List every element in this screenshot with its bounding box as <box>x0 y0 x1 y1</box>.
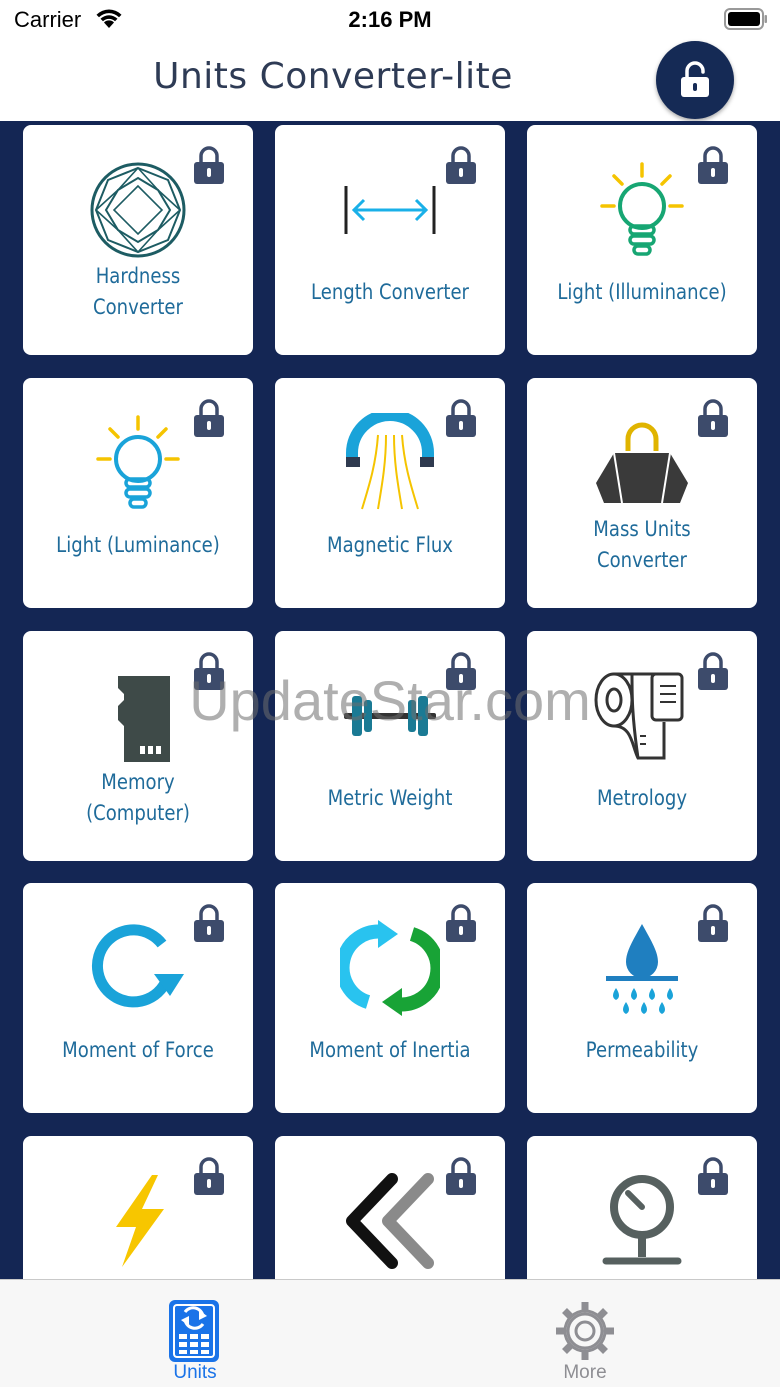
tile-permeability[interactable]: Permeability <box>527 883 757 1113</box>
memory-card-icon <box>118 676 170 762</box>
tile-metrology[interactable]: Metrology <box>527 631 757 861</box>
tile-label <box>548 1268 735 1279</box>
tile-light-luminance[interactable]: Light (Luminance) <box>23 378 253 608</box>
status-bar: Carrier 2:16 PM <box>0 0 780 40</box>
tile-hardness-converter[interactable]: Hardness Converter <box>23 125 253 355</box>
tile-label: Permeability <box>585 1037 699 1062</box>
tile-label: Length Converter <box>311 279 469 304</box>
light-bulb-green-icon <box>600 162 684 256</box>
tile-label: Light (Illuminance) <box>557 279 727 304</box>
tab-units-label: Units <box>173 1362 217 1383</box>
tile-light-illuminance[interactable]: Light (Illuminance) <box>527 125 757 355</box>
tile-magnetic-flux[interactable]: Magnetic Flux <box>275 378 505 608</box>
tile-label: Light (Luminance) <box>56 532 220 557</box>
tile-electric[interactable] <box>23 1136 253 1279</box>
dumbbell-icon <box>344 696 436 736</box>
pressure-gauge-icon <box>602 1175 682 1265</box>
tile-mass-units-converter[interactable]: Mass Units Converter <box>527 378 757 608</box>
weight-icon <box>596 422 688 504</box>
tile-label: Hardness Converter <box>93 264 183 319</box>
tile-label <box>296 1268 483 1279</box>
status-time: 2:16 PM <box>348 7 432 32</box>
tab-units[interactable]: Units <box>0 1280 390 1387</box>
double-chevron-left-icon <box>346 1173 434 1269</box>
tile-label: Metrology <box>596 785 688 810</box>
tile-pressure[interactable] <box>527 1136 757 1279</box>
tab-more-label: More <box>563 1362 607 1383</box>
diamond-icon <box>90 162 186 258</box>
tile-label: Metric Weight <box>327 785 453 810</box>
tile-moment-of-force[interactable]: Moment of Force <box>23 883 253 1113</box>
tile-moment-of-inertia[interactable]: Moment of Inertia <box>275 883 505 1113</box>
tile-label: Moment of Inertia <box>309 1037 471 1062</box>
calculator-icon <box>169 1300 219 1362</box>
battery-icon <box>724 8 767 30</box>
tile-label: Moment of Force <box>62 1037 214 1062</box>
lightning-bolt-icon <box>116 1175 164 1267</box>
tab-bar: Units More <box>0 1279 780 1387</box>
tile-converter-prefix[interactable] <box>275 1136 505 1279</box>
tile-length-converter[interactable]: Length Converter <box>275 125 505 355</box>
tile-label: Magnetic Flux <box>327 532 453 557</box>
tab-more[interactable]: More <box>390 1280 780 1387</box>
length-arrow-icon <box>344 186 436 234</box>
page-title: Units Converter-lite <box>153 56 513 97</box>
unlock-button[interactable] <box>656 41 734 119</box>
light-bulb-blue-icon <box>96 415 180 509</box>
magnet-icon <box>346 413 434 510</box>
converter-grid: Hardness Converter Length Converter Ligh… <box>0 121 780 1279</box>
gear-icon <box>556 1302 614 1360</box>
tile-label: Mass Units Converter <box>593 517 691 572</box>
unlocked-padlock-icon <box>681 61 709 97</box>
tile-memory-computer[interactable]: Memory (Computer) <box>23 631 253 861</box>
cycle-arrows-icon <box>340 920 440 1016</box>
tile-metric-weight[interactable]: Metric Weight <box>275 631 505 861</box>
measuring-tape-icon <box>594 672 684 760</box>
tile-label <box>44 1268 231 1279</box>
water-drop-icon <box>606 924 678 1014</box>
navigation-bar: Units Converter-lite <box>0 40 780 121</box>
rotation-arrow-icon <box>91 924 184 1008</box>
tile-label: Memory (Computer) <box>86 770 190 825</box>
